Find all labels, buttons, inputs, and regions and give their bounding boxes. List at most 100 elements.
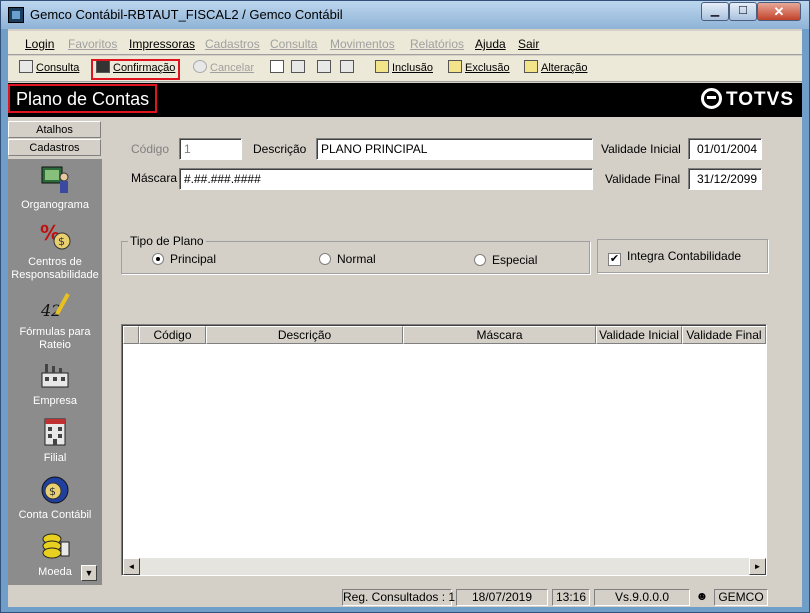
scroll-left-button[interactable]: ◄	[123, 558, 140, 575]
radio-selected-icon	[152, 253, 164, 265]
integra-contabilidade-checkbox[interactable]: ✔ Integra Contabilidade	[608, 249, 741, 266]
menu-sair[interactable]: Sair	[518, 37, 539, 51]
codigo-label: Código	[131, 142, 170, 156]
grid-column-codigo[interactable]: Código	[139, 326, 206, 344]
window-title: Gemco Contábil-RBTAUT_FISCAL2 / Gemco Co…	[30, 7, 343, 22]
radio-principal[interactable]: Principal	[152, 252, 216, 266]
status-user: GEMCO	[714, 589, 768, 606]
printer-icon	[317, 60, 331, 73]
sidebar-tab-cadastros[interactable]: Cadastros	[8, 139, 101, 156]
integra-contabilidade-group: ✔ Integra Contabilidade	[597, 239, 768, 273]
tipo-de-plano-legend: Tipo de Plano	[128, 234, 206, 248]
user-icon: ☻	[695, 589, 709, 603]
grid-column-mascara[interactable]: Máscara	[403, 326, 596, 344]
status-version: Vs.9.0.0.0	[594, 589, 690, 606]
open-document-button[interactable]	[291, 60, 308, 79]
radio-unselected-icon	[474, 254, 486, 266]
sidebar-item-conta-contabil[interactable]: $ Conta Contábil	[8, 473, 102, 522]
toolbar: Consulta Confirmação Cancelar Inclusão E…	[8, 56, 802, 82]
delete-folder-icon	[448, 60, 462, 73]
scroll-right-button[interactable]: ►	[749, 558, 766, 575]
descricao-label: Descrição	[253, 142, 307, 156]
status-bar: Reg. Consultados : 1 18/07/2019 13:16 Vs…	[8, 588, 802, 607]
grid-column-validade-final[interactable]: Validade Final	[682, 326, 766, 344]
validade-final-field[interactable]: 31/12/2099	[688, 168, 762, 190]
menu-login[interactable]: Login	[25, 37, 54, 51]
page-title: Plano de Contas	[8, 84, 158, 113]
sidebar-tab-atalhos[interactable]: Atalhos	[8, 121, 101, 138]
plano-contas-grid[interactable]: Código Descrição Máscara Validade Inicia…	[121, 324, 767, 576]
radio-unselected-icon	[319, 253, 331, 265]
inclusao-button[interactable]: Inclusão	[375, 60, 433, 79]
menu-consulta[interactable]: Consulta	[270, 37, 317, 51]
status-date: 18/07/2019	[456, 589, 548, 606]
validade-inicial-field[interactable]: 01/01/2004	[688, 138, 762, 160]
sidebar-item-centros-de-responsabilidade[interactable]: % $ Centros de Responsabilidade	[8, 220, 102, 282]
building-icon	[44, 418, 66, 446]
new-document-icon	[270, 60, 284, 73]
descricao-field[interactable]: PLANO PRINCIPAL	[316, 138, 593, 160]
money-bag-icon: $	[41, 476, 69, 504]
menu-relatorios[interactable]: Relatórios	[410, 37, 464, 51]
svg-text:$: $	[49, 485, 56, 498]
sidebar-item-filial[interactable]: Filial	[8, 416, 102, 465]
totvs-logo: TOTVS	[701, 88, 794, 111]
title-bar[interactable]: Gemco Contábil-RBTAUT_FISCAL2 / Gemco Co…	[1, 1, 809, 29]
codigo-field[interactable]: 1	[179, 138, 242, 160]
edit-folder-icon	[524, 60, 538, 73]
checkmark-icon: ✔	[608, 253, 621, 266]
sidebar-item-formulas-para-rateio[interactable]: 42 Fórmulas para Rateio	[8, 290, 102, 352]
organogram-icon	[41, 166, 69, 193]
app-icon	[8, 7, 24, 23]
application-window: Gemco Contábil-RBTAUT_FISCAL2 / Gemco Co…	[0, 0, 810, 613]
sidebar-item-organograma[interactable]: Organograma	[8, 163, 102, 212]
search-icon	[19, 60, 33, 73]
sidebar-shortcut-list: Organograma % $ Centros de Responsabilida…	[8, 159, 102, 585]
status-reg-consultados: Reg. Consultados : 1	[342, 589, 456, 606]
validade-inicial-label: Validade Inicial	[601, 142, 681, 156]
client-area: Login Favoritos Impressoras Cadastros Co…	[8, 29, 802, 607]
maximize-button[interactable]: ☐	[729, 2, 757, 21]
cancel-icon	[193, 60, 207, 73]
cancelar-button[interactable]: Cancelar	[193, 60, 254, 79]
validade-final-label: Validade Final	[605, 172, 681, 186]
close-button[interactable]: ✕	[757, 2, 801, 21]
menu-cadastros[interactable]: Cadastros	[205, 37, 260, 51]
radio-normal[interactable]: Normal	[319, 252, 376, 266]
radio-especial[interactable]: Especial	[474, 253, 537, 267]
formula-pen-icon: 42	[40, 293, 70, 320]
grid-column-descricao[interactable]: Descrição	[206, 326, 403, 344]
print-button[interactable]	[317, 60, 334, 79]
sidebar-item-empresa[interactable]: Empresa	[8, 359, 102, 408]
main-content: Código 1 Descrição PLANO PRINCIPAL Valid…	[105, 121, 802, 585]
sidebar: Atalhos Cadastros Organograma % $ Centros…	[8, 121, 102, 585]
sidebar-scroll-down-button[interactable]: ▼	[81, 565, 97, 581]
open-document-icon	[291, 60, 305, 73]
exclusao-button[interactable]: Exclusão	[448, 60, 510, 79]
grid-column-indicator[interactable]	[123, 326, 139, 344]
grid-column-validade-inicial[interactable]: Validade Inicial	[596, 326, 682, 344]
status-time: 13:16	[552, 589, 590, 606]
menu-bar: Login Favoritos Impressoras Cadastros Co…	[8, 31, 802, 55]
menu-impressoras[interactable]: Impressoras	[129, 37, 195, 51]
percent-money-icon: %$	[40, 221, 71, 250]
totvs-logo-icon	[701, 88, 722, 109]
new-document-button[interactable]	[270, 60, 287, 79]
alteracao-button[interactable]: Alteração	[524, 60, 587, 79]
mascara-field[interactable]: #.##.###.####	[179, 168, 593, 190]
grid-horizontal-scrollbar[interactable]: ◄ ►	[123, 558, 766, 575]
minimize-button[interactable]: ▁	[701, 2, 729, 21]
factory-icon	[41, 364, 69, 388]
mascara-label: Máscara	[131, 171, 178, 185]
menu-favoritos[interactable]: Favoritos	[68, 37, 117, 51]
menu-ajuda[interactable]: Ajuda	[475, 37, 506, 51]
menu-movimentos[interactable]: Movimentos	[330, 37, 395, 51]
floppy-disk-icon	[96, 60, 110, 73]
coins-icon	[42, 533, 70, 559]
screen-header: Plano de Contas TOTVS	[8, 83, 802, 117]
print-preview-button[interactable]	[340, 60, 357, 79]
add-folder-icon	[375, 60, 389, 73]
grid-header: Código Descrição Máscara Validade Inicia…	[123, 326, 766, 344]
consulta-button[interactable]: Consulta	[19, 60, 79, 79]
confirmacao-button[interactable]: Confirmação	[90, 59, 181, 80]
